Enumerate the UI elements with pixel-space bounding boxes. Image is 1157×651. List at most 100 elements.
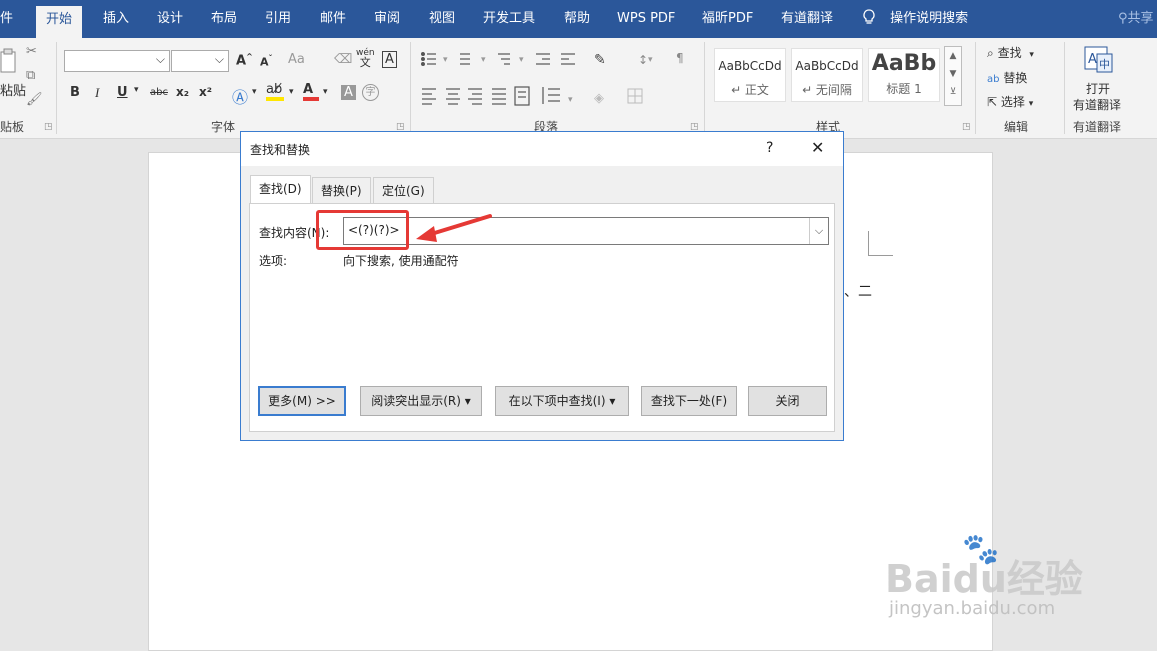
chevron-down-icon[interactable]: ⌵: [809, 218, 828, 244]
group-divider: [975, 42, 976, 134]
tab-file[interactable]: 件: [0, 0, 13, 38]
highlighter-icon: ab̸: [266, 82, 283, 97]
font-color-button[interactable]: A: [303, 82, 319, 101]
font-name-combo[interactable]: ⌵: [64, 50, 170, 72]
change-case-button[interactable]: Aa: [288, 52, 305, 67]
chevron-down-icon[interactable]: ▾: [134, 85, 139, 95]
chevron-down-icon: ▾: [1029, 50, 1034, 60]
paste-icon[interactable]: [0, 48, 18, 78]
bold-button[interactable]: B: [70, 85, 80, 100]
paste-button[interactable]: 粘贴: [0, 80, 26, 99]
strikethrough-button[interactable]: abc: [150, 87, 168, 98]
reading-highlight-button[interactable]: 阅读突出显示(R) ▾: [360, 386, 482, 416]
svg-text:A: A: [1088, 52, 1097, 67]
chevron-down-icon: ⌵: [155, 52, 165, 66]
cut-icon[interactable]: ✂: [26, 44, 37, 59]
watermark-url: jingyan.baidu.com: [889, 598, 1056, 619]
chevron-down-icon[interactable]: ▾: [252, 87, 257, 97]
highlight-swatch: [266, 97, 284, 101]
italic-button[interactable]: I: [95, 85, 99, 101]
enclose-characters-button[interactable]: 字: [362, 84, 379, 101]
chevron-down-icon[interactable]: ▾: [289, 87, 294, 97]
tab-youdao[interactable]: 有道翻译: [781, 0, 833, 38]
lightbulb-icon: [862, 9, 880, 26]
styles-gallery-scroll[interactable]: ▲ ▼ ⊻: [944, 46, 962, 106]
tab-home[interactable]: 开始: [36, 6, 83, 38]
svg-text:✎: ✎: [594, 52, 606, 68]
document-text: 、二: [844, 284, 872, 300]
tab-insert[interactable]: 插入: [103, 0, 129, 38]
search-icon: ⌕: [987, 46, 994, 60]
shrink-font-button[interactable]: Aˇ: [260, 54, 273, 69]
clipboard-launcher-icon[interactable]: ◳: [44, 122, 53, 132]
svg-text:▾: ▾: [519, 55, 524, 65]
svg-text:▾: ▾: [648, 55, 653, 65]
tab-foxit-pdf[interactable]: 福昕PDF: [702, 0, 753, 38]
tab-view[interactable]: 视图: [429, 0, 455, 38]
dialog-close-icon[interactable]: ✕: [811, 138, 824, 157]
tab-mailings[interactable]: 邮件: [320, 0, 346, 38]
find-replace-dialog: 查找和替换 ? ✕ 查找(D) 替换(P) 定位(G) 查找内容(N): <(?…: [240, 131, 844, 441]
open-youdao-line2[interactable]: 有道翻译: [1073, 96, 1121, 113]
tab-references[interactable]: 引用: [265, 0, 291, 38]
text-effects-icon[interactable]: Ⓐ: [232, 84, 248, 108]
highlight-color-button[interactable]: ab̸: [266, 82, 284, 101]
dialog-titlebar[interactable]: 查找和替换 ? ✕: [241, 132, 843, 166]
tab-help[interactable]: 帮助: [564, 0, 590, 38]
find-in-button[interactable]: 在以下项中查找(I) ▾: [495, 386, 629, 416]
styles-launcher-icon[interactable]: ◳: [962, 122, 971, 132]
tab-developer[interactable]: 开发工具: [483, 0, 535, 38]
phonetic-guide-button[interactable]: wén 文: [356, 48, 375, 68]
scroll-down-icon[interactable]: ▼: [945, 65, 961, 83]
translate-icon[interactable]: A中: [1084, 46, 1114, 77]
dialog-title: 查找和替换: [250, 143, 311, 157]
scroll-up-icon[interactable]: ▲: [945, 47, 961, 65]
superscript-button[interactable]: x²: [199, 85, 212, 99]
font-group-label: 字体: [211, 120, 236, 134]
group-divider: [56, 42, 57, 134]
style-normal[interactable]: AaBbCcDd ↵ 正文: [714, 48, 786, 102]
ribbon-tab-bar: 件 开始 插入 设计 布局 引用 邮件 审阅 视图 开发工具 帮助 WPS PD…: [0, 0, 1157, 38]
annotation-highlight-box: [316, 210, 409, 250]
copy-icon[interactable]: ⧉: [26, 68, 35, 83]
tellme-search[interactable]: 操作说明搜索: [862, 0, 968, 38]
tab-find[interactable]: 查找(D): [250, 175, 311, 205]
svg-text:▾: ▾: [568, 95, 573, 105]
subscript-button[interactable]: x₂: [176, 85, 189, 99]
paw-icon: 🐾: [962, 532, 1000, 567]
gallery-more-icon[interactable]: ⊻: [945, 83, 961, 101]
format-painter-icon[interactable]: 🖌: [26, 92, 43, 107]
tab-replace[interactable]: 替换(P): [312, 177, 371, 204]
tab-goto[interactable]: 定位(G): [373, 177, 434, 204]
style-no-spacing[interactable]: AaBbCcDd ↵ 无间隔: [791, 48, 863, 102]
paragraph-icons[interactable]: ▾ ▾ ▾ ▾ ▾ ✎ ↕ ¶ ◈: [418, 50, 698, 120]
chevron-down-icon[interactable]: ▾: [323, 87, 328, 97]
group-divider: [1064, 42, 1065, 134]
share-button[interactable]: ⚲共享: [1118, 0, 1154, 38]
clear-formatting-icon[interactable]: ⌫: [334, 52, 352, 67]
svg-text:¶: ¶: [676, 51, 684, 65]
select-button[interactable]: ⇱ 选择 ▾: [987, 93, 1033, 110]
open-youdao-line1[interactable]: 打开: [1086, 80, 1110, 97]
grow-font-button[interactable]: A^: [236, 52, 253, 68]
tab-design[interactable]: 设计: [157, 0, 183, 38]
find-button[interactable]: ⌕ 查找 ▾: [987, 44, 1034, 61]
tab-review[interactable]: 审阅: [374, 0, 400, 38]
font-color-swatch: [303, 97, 319, 101]
dialog-help-button[interactable]: ?: [766, 140, 773, 156]
find-next-button[interactable]: 查找下一处(F): [641, 386, 737, 416]
style-heading-1[interactable]: AaBb 标题 1: [868, 48, 940, 102]
font-size-combo[interactable]: ⌵: [171, 50, 229, 72]
replace-button[interactable]: ab 替换: [987, 69, 1027, 86]
options-label: 选项:: [259, 254, 288, 268]
tab-layout[interactable]: 布局: [211, 0, 237, 38]
character-border-button[interactable]: A: [382, 51, 397, 68]
close-button[interactable]: 关闭: [748, 386, 827, 416]
group-divider: [704, 42, 705, 134]
character-shading-button[interactable]: A: [341, 85, 356, 100]
chevron-down-icon: ⌵: [214, 52, 224, 66]
more-button[interactable]: 更多(M) >>: [258, 386, 346, 416]
options-value: 向下搜索, 使用通配符: [343, 254, 459, 268]
underline-button[interactable]: U: [117, 85, 128, 100]
tab-wps-pdf[interactable]: WPS PDF: [617, 0, 675, 38]
